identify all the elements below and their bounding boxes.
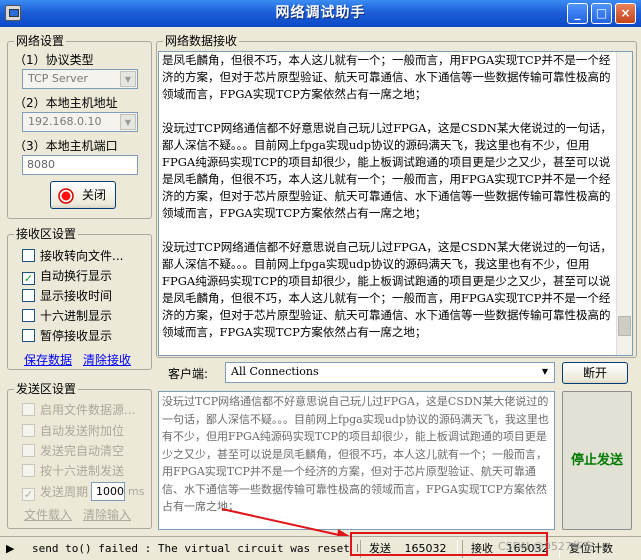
hex-send-checkbox[interactable]: 按十六进制发送: [22, 463, 124, 479]
maximize-icon: □: [595, 6, 608, 20]
recv-to-file-checkbox[interactable]: 接收转向文件...: [22, 248, 123, 264]
scroll-thumb[interactable]: [618, 316, 631, 336]
checkbox-box[interactable]: [22, 309, 35, 322]
client-select[interactable]: All Connections ▼: [225, 362, 555, 383]
auto-wrap-label: 自动换行显示: [40, 269, 113, 283]
close-window-button[interactable]: ×: [615, 3, 636, 24]
file-load-link[interactable]: 文件载入: [24, 506, 72, 523]
checkbox-box[interactable]: [22, 329, 35, 342]
status-light-icon: [58, 187, 74, 204]
status-message: send to() failed : The virtual circuit w…: [32, 542, 358, 555]
client-label: 客户端:: [168, 367, 209, 381]
protocol-select[interactable]: TCP Server ▼: [22, 69, 138, 89]
watermark: CSDN @9527华安: [498, 540, 594, 553]
pause-display-label: 暂停接收显示: [40, 329, 113, 343]
clear-receive-link[interactable]: 清除接收: [83, 351, 131, 368]
checkbox-box[interactable]: [22, 272, 35, 285]
auto-clear-label: 发送完自动清空: [40, 444, 125, 458]
title-bar[interactable]: 网络调试助手 _ □ ×: [0, 0, 641, 27]
close-icon: ×: [620, 6, 631, 20]
close-connection-button[interactable]: 关闭: [50, 181, 116, 209]
checkbox-box[interactable]: [22, 488, 35, 501]
hex-send-label: 按十六进制发送: [40, 464, 125, 478]
send-period-label: 发送周期: [40, 485, 89, 499]
send-settings-label: 发送区设置: [14, 382, 79, 396]
send-period-unit: ms: [128, 485, 145, 498]
auto-wrap-checkbox[interactable]: 自动换行显示: [22, 268, 113, 285]
file-source-label: 启用文件数据源...: [40, 403, 136, 417]
host-port-label: （3）本地主机端口: [14, 139, 118, 153]
send-period-checkbox[interactable]: 发送周期: [22, 484, 89, 501]
minimize-button[interactable]: _: [567, 3, 588, 24]
checkbox-box[interactable]: [22, 424, 35, 437]
receive-content: 是凤毛麟角，但很不巧，本人这儿就有一个；一般而言，用FPGA实现TCP并不是一个…: [162, 52, 612, 341]
clear-input-link[interactable]: 清除输入: [83, 506, 131, 523]
show-recv-time-label: 显示接收时间: [40, 289, 113, 303]
hex-display-label: 十六进制显示: [40, 309, 113, 323]
show-recv-time-checkbox[interactable]: 显示接收时间: [22, 288, 112, 304]
auto-append-label: 自动发送附加位: [40, 424, 125, 438]
receive-area-label: 网络数据接收: [163, 34, 240, 48]
protocol-label: （1）协议类型: [14, 53, 94, 67]
host-port-field[interactable]: 8080: [22, 155, 138, 175]
stop-send-button[interactable]: 停止发送: [562, 391, 632, 530]
chevron-down-icon[interactable]: ▼: [120, 71, 136, 87]
receive-paragraph: 没玩过TCP网络通信都不好意思说自己玩儿过FPGA，这是CSDN某大佬说过的一句…: [162, 121, 612, 220]
checkbox-box[interactable]: [22, 403, 35, 416]
client-value: All Connections: [231, 365, 319, 378]
receive-scrollbar[interactable]: [616, 52, 632, 355]
save-data-link[interactable]: 保存数据: [24, 351, 72, 368]
send-period-field[interactable]: 1000: [91, 482, 125, 501]
receive-text-area[interactable]: 是凤毛麟角，但很不巧，本人这儿就有一个；一般而言，用FPGA实现TCP并不是一个…: [158, 51, 633, 356]
chevron-down-icon[interactable]: ▼: [120, 114, 136, 130]
disconnect-button[interactable]: 断开: [562, 362, 628, 384]
app-window: 网络调试助手 _ □ × 网络设置 （1）协议类型 TCP Server ▼ （…: [0, 0, 641, 560]
receive-paragraph: 是凤毛麟角，但很不巧，本人这儿就有一个；一般而言，用FPGA实现TCP并不是一个…: [162, 53, 611, 101]
file-source-checkbox[interactable]: 启用文件数据源...: [22, 402, 135, 418]
network-settings-group: 网络设置 （1）协议类型 TCP Server ▼ （2）本地主机地址 192.…: [7, 34, 152, 219]
chevron-down-icon[interactable]: ▼: [537, 364, 553, 380]
auto-clear-checkbox[interactable]: 发送完自动清空: [22, 443, 124, 459]
receive-settings-label: 接收区设置: [14, 227, 79, 241]
receive-paragraph: 没玩过TCP网络通信都不好意思说自己玩儿过FPGA，这是CSDN某大佬说过的一句…: [162, 240, 612, 339]
maximize-button[interactable]: □: [591, 3, 612, 24]
minimize-icon: _: [574, 6, 581, 20]
recv-to-file-label: 接收转向文件...: [40, 249, 124, 263]
window-title: 网络调试助手: [275, 5, 366, 21]
checkbox-box[interactable]: [22, 464, 35, 477]
checkbox-box[interactable]: [22, 249, 35, 262]
pause-display-checkbox[interactable]: 暂停接收显示: [22, 328, 112, 344]
hex-display-checkbox[interactable]: 十六进制显示: [22, 308, 112, 324]
host-ip-value: 192.168.0.10: [28, 115, 102, 128]
host-ip-label: （2）本地主机地址: [14, 96, 118, 110]
protocol-value: TCP Server: [28, 72, 88, 85]
host-ip-select[interactable]: 192.168.0.10 ▼: [22, 112, 138, 132]
close-connection-label: 关闭: [81, 188, 106, 202]
status-arrow-icon: ▶: [6, 542, 15, 555]
checkbox-box[interactable]: [22, 444, 35, 457]
checkbox-box[interactable]: [22, 289, 35, 302]
network-settings-label: 网络设置: [14, 34, 67, 48]
auto-append-checkbox[interactable]: 自动发送附加位: [22, 423, 124, 439]
